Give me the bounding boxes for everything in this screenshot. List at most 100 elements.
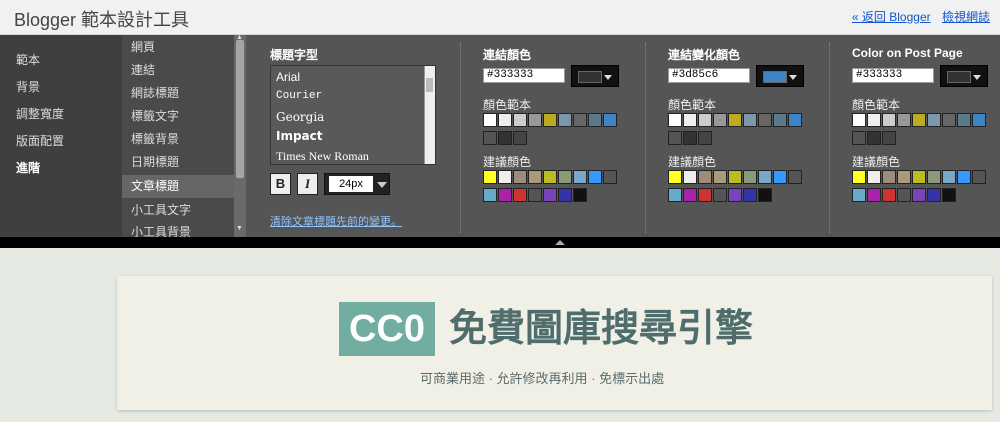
color-swatch[interactable] (483, 113, 497, 127)
hex-color-input[interactable]: #333333 (483, 68, 565, 83)
italic-button[interactable]: I (297, 173, 318, 195)
color-swatch[interactable] (483, 131, 497, 145)
color-swatch[interactable] (668, 113, 682, 127)
color-swatch[interactable] (498, 170, 512, 184)
color-swatch[interactable] (743, 170, 757, 184)
subitem-links[interactable]: 連結 (122, 59, 234, 82)
color-swatch[interactable] (698, 170, 712, 184)
color-swatch[interactable] (573, 188, 587, 202)
color-swatch[interactable] (882, 113, 896, 127)
color-swatch[interactable] (912, 170, 926, 184)
color-swatch[interactable] (483, 188, 497, 202)
color-swatch[interactable] (668, 131, 682, 145)
font-option-impact[interactable]: Impact (276, 129, 323, 143)
color-swatch[interactable] (758, 188, 772, 202)
back-to-blogger-link[interactable]: « 返回 Blogger (852, 10, 931, 24)
color-swatch[interactable] (897, 113, 911, 127)
category-item-templates[interactable]: 範本 (16, 51, 40, 68)
category-item-layout[interactable]: 版面配置 (16, 132, 64, 149)
color-swatch[interactable] (558, 170, 572, 184)
color-swatch[interactable] (912, 188, 926, 202)
color-swatch[interactable] (852, 131, 866, 145)
color-swatch[interactable] (788, 113, 802, 127)
color-swatch[interactable] (957, 113, 971, 127)
color-swatch[interactable] (498, 188, 512, 202)
color-swatch[interactable] (713, 113, 727, 127)
color-swatch[interactable] (698, 188, 712, 202)
hex-color-input[interactable]: #333333 (852, 68, 934, 83)
color-swatch[interactable] (758, 170, 772, 184)
color-swatch[interactable] (942, 188, 956, 202)
color-swatch[interactable] (558, 188, 572, 202)
color-swatch[interactable] (668, 188, 682, 202)
bold-button[interactable]: B (270, 173, 291, 195)
color-picker-dropdown[interactable] (940, 65, 988, 87)
color-swatch[interactable] (543, 188, 557, 202)
color-picker-dropdown[interactable] (571, 65, 619, 87)
color-swatch[interactable] (972, 113, 986, 127)
color-swatch[interactable] (758, 113, 772, 127)
scroll-up-icon[interactable]: ▲ (236, 34, 243, 41)
font-family-list[interactable]: Arial Courier Georgia Impact Times New R… (270, 65, 436, 165)
color-swatch[interactable] (528, 170, 542, 184)
chevron-down-icon[interactable] (377, 182, 387, 188)
color-swatch[interactable] (897, 170, 911, 184)
font-option-arial[interactable]: Arial (276, 70, 300, 84)
color-swatch[interactable] (927, 113, 941, 127)
color-swatch[interactable] (543, 170, 557, 184)
font-option-georgia[interactable]: Georgia (276, 110, 324, 124)
color-swatch[interactable] (528, 188, 542, 202)
color-swatch[interactable] (867, 131, 881, 145)
color-swatch[interactable] (728, 170, 742, 184)
subitem-scrollbar-thumb[interactable] (236, 40, 244, 178)
chevron-down-icon[interactable] (789, 75, 797, 80)
color-swatch[interactable] (852, 170, 866, 184)
color-swatch[interactable] (683, 188, 697, 202)
subitem-gadget-background[interactable]: 小工具背景 (122, 221, 234, 237)
color-swatch[interactable] (603, 113, 617, 127)
color-swatch[interactable] (957, 170, 971, 184)
color-swatch[interactable] (882, 188, 896, 202)
color-swatch[interactable] (972, 170, 986, 184)
color-swatch[interactable] (668, 170, 682, 184)
subitem-page[interactable]: 網頁 (122, 36, 234, 59)
color-swatch[interactable] (788, 170, 802, 184)
hex-color-input[interactable]: #3d85c6 (668, 68, 750, 83)
category-item-adjust-width[interactable]: 調整寬度 (16, 105, 64, 122)
font-option-times-new-roman[interactable]: Times New Roman (276, 149, 369, 164)
collapse-arrow-icon[interactable] (555, 240, 565, 245)
subitem-tab-background[interactable]: 標籤背景 (122, 128, 234, 151)
subitem-post-title[interactable]: 文章標題 (122, 175, 234, 198)
color-swatch[interactable] (528, 113, 542, 127)
color-swatch[interactable] (698, 113, 712, 127)
view-blog-link[interactable]: 檢視網誌 (942, 10, 990, 24)
color-swatch[interactable] (942, 113, 956, 127)
color-swatch[interactable] (852, 113, 866, 127)
color-swatch[interactable] (743, 188, 757, 202)
color-swatch[interactable] (882, 131, 896, 145)
color-swatch[interactable] (728, 113, 742, 127)
color-swatch[interactable] (683, 170, 697, 184)
color-swatch[interactable] (573, 170, 587, 184)
color-swatch[interactable] (713, 170, 727, 184)
color-swatch[interactable] (927, 188, 941, 202)
font-option-courier[interactable]: Courier (276, 90, 322, 102)
category-item-advanced[interactable]: 進階 (16, 159, 40, 176)
color-swatch[interactable] (867, 170, 881, 184)
color-swatch[interactable] (603, 170, 617, 184)
color-swatch[interactable] (912, 113, 926, 127)
color-swatch[interactable] (698, 131, 712, 145)
color-swatch[interactable] (588, 170, 602, 184)
color-swatch[interactable] (683, 131, 697, 145)
clear-changes-link[interactable]: 清除文章標題先前的變更。 (270, 213, 402, 229)
subitem-tab-text[interactable]: 標籤文字 (122, 105, 234, 128)
color-swatch[interactable] (942, 170, 956, 184)
color-swatch[interactable] (483, 170, 497, 184)
color-swatch[interactable] (543, 113, 557, 127)
color-swatch[interactable] (743, 113, 757, 127)
font-size-value[interactable]: 24px (329, 176, 373, 192)
subitem-gadget-text[interactable]: 小工具文字 (122, 199, 234, 222)
color-swatch[interactable] (867, 188, 881, 202)
color-swatch[interactable] (513, 170, 527, 184)
color-swatch[interactable] (713, 188, 727, 202)
